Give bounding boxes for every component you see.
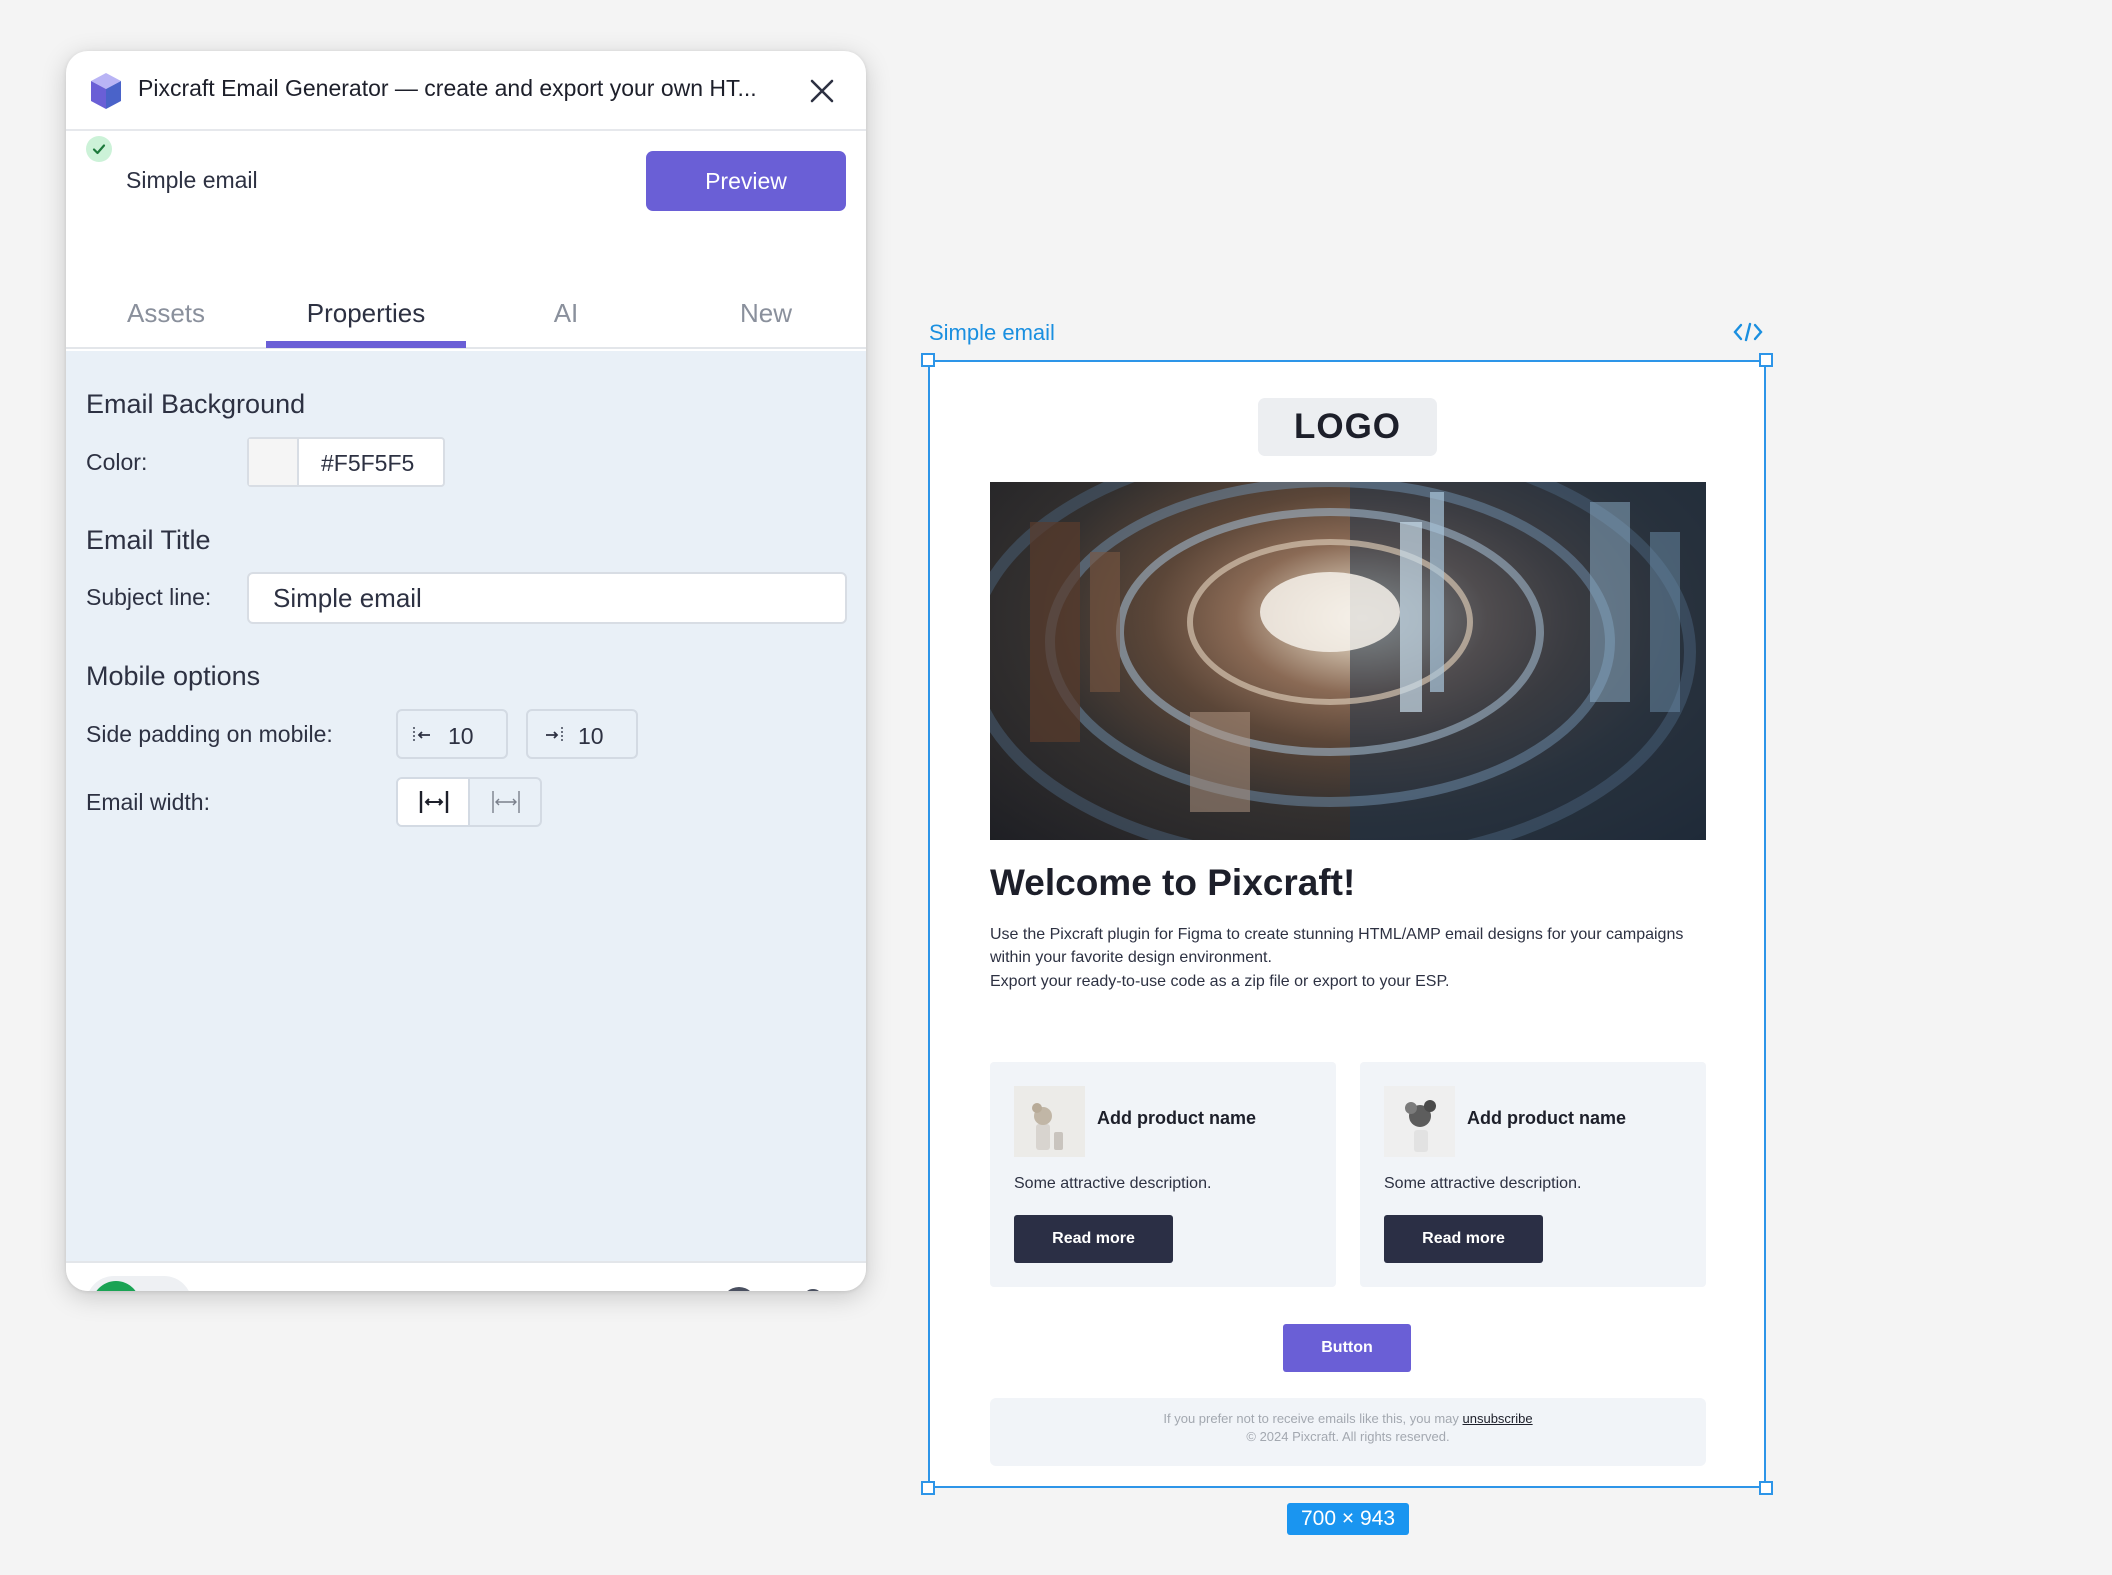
full-width-icon: [492, 791, 520, 813]
product-card: Add product name Some attractive descrip…: [1360, 1062, 1706, 1287]
color-value: #F5F5F5: [321, 450, 415, 476]
copyright-text: © 2024 Pixcraft. All rights reserved.: [1246, 1429, 1450, 1444]
email-heading: Welcome to Pixcraft!: [990, 862, 1356, 903]
padding-left-field[interactable]: 10: [396, 709, 508, 759]
product-name: Add product name: [1097, 1108, 1257, 1128]
avatar: G: [92, 1281, 140, 1291]
padding-left-icon: [413, 727, 430, 743]
email-paragraph-2: Export your ready-to-use code as a zip f…: [990, 973, 1450, 990]
tab-bar: Assets Properties AI New: [66, 287, 866, 349]
tab-assets[interactable]: Assets: [66, 287, 266, 347]
padding-label: Side padding on mobile:: [86, 721, 333, 747]
product-image: [1384, 1086, 1455, 1157]
email-paragraph-1: Use the Pixcraft plugin for Figma to cre…: [990, 926, 1684, 966]
hero-image: [990, 482, 1706, 840]
document-name: Simple email: [126, 167, 258, 193]
tab-new[interactable]: New: [666, 287, 866, 347]
email-footer: If you prefer not to receive emails like…: [990, 1398, 1706, 1466]
fixed-width-icon: [419, 791, 449, 813]
product-name: Add product name: [1467, 1108, 1627, 1128]
footer-text: If you prefer not to receive emails like…: [1163, 1411, 1459, 1426]
plugin-panel: Pixcraft Email Generator — create and ex…: [66, 51, 866, 1291]
mobile-options-title: Mobile options: [86, 661, 261, 691]
frame-label[interactable]: Simple email: [929, 320, 1055, 346]
frame-size-badge: 700 × 943: [1287, 1503, 1409, 1535]
read-more-button[interactable]: Read more: [1384, 1215, 1543, 1263]
email-frame[interactable]: LOGO Welcome to Pixcraft! Use the Pixcra…: [928, 360, 1766, 1488]
unsubscribe-link[interactable]: unsubscribe: [1463, 1411, 1533, 1426]
full-width-button[interactable]: [470, 779, 540, 825]
plugin-footer: G: [66, 1261, 866, 1291]
resize-handle-bottom-right[interactable]: [1759, 1481, 1773, 1495]
tab-ai[interactable]: AI: [466, 287, 666, 347]
email-width-toggle: [396, 777, 542, 827]
plugin-titlebar: Pixcraft Email Generator — create and ex…: [66, 51, 866, 131]
color-swatch[interactable]: [249, 439, 299, 485]
product-image: [1014, 1086, 1085, 1157]
product-card: Add product name Some attractive descrip…: [990, 1062, 1336, 1287]
padding-right-icon: [546, 727, 563, 743]
check-icon: [86, 136, 112, 162]
code-icon[interactable]: [1733, 321, 1763, 343]
email-footer-line: If you prefer not to receive emails like…: [990, 1410, 1706, 1428]
bell-icon[interactable]: [796, 1285, 830, 1291]
hero-artwork: [990, 482, 1706, 840]
subject-label: Subject line:: [86, 584, 212, 610]
resize-handle-bottom-left[interactable]: [921, 1481, 935, 1495]
globe-icon[interactable]: [720, 1285, 758, 1291]
color-label: Color:: [86, 449, 148, 475]
account-switcher[interactable]: G: [86, 1276, 192, 1291]
email-background-title: Email Background: [86, 389, 306, 419]
resize-handle-top-right[interactable]: [1759, 353, 1773, 367]
close-icon[interactable]: [806, 75, 838, 107]
pixcraft-logo-icon: [91, 73, 121, 109]
active-tab-indicator: [266, 341, 466, 348]
email-cta-button[interactable]: Button: [1283, 1324, 1411, 1372]
preview-button[interactable]: Preview: [646, 151, 846, 211]
resize-handle-top-left[interactable]: [921, 353, 935, 367]
product-description: Some attractive description.: [1384, 1175, 1582, 1192]
padding-left-value: 10: [448, 723, 474, 749]
read-more-button[interactable]: Read more: [1014, 1215, 1173, 1263]
plugin-title: Pixcraft Email Generator — create and ex…: [138, 75, 757, 101]
padding-right-value: 10: [578, 723, 604, 749]
padding-right-field[interactable]: 10: [526, 709, 638, 759]
tab-properties[interactable]: Properties: [266, 287, 466, 347]
email-title-title: Email Title: [86, 525, 211, 555]
product-description: Some attractive description.: [1014, 1175, 1212, 1192]
email-width-label: Email width:: [86, 789, 210, 815]
email-logo: LOGO: [1258, 398, 1437, 456]
subject-input[interactable]: Simple email: [247, 572, 847, 624]
fixed-width-button[interactable]: [398, 779, 470, 825]
background-color-field[interactable]: #F5F5F5: [247, 437, 445, 487]
